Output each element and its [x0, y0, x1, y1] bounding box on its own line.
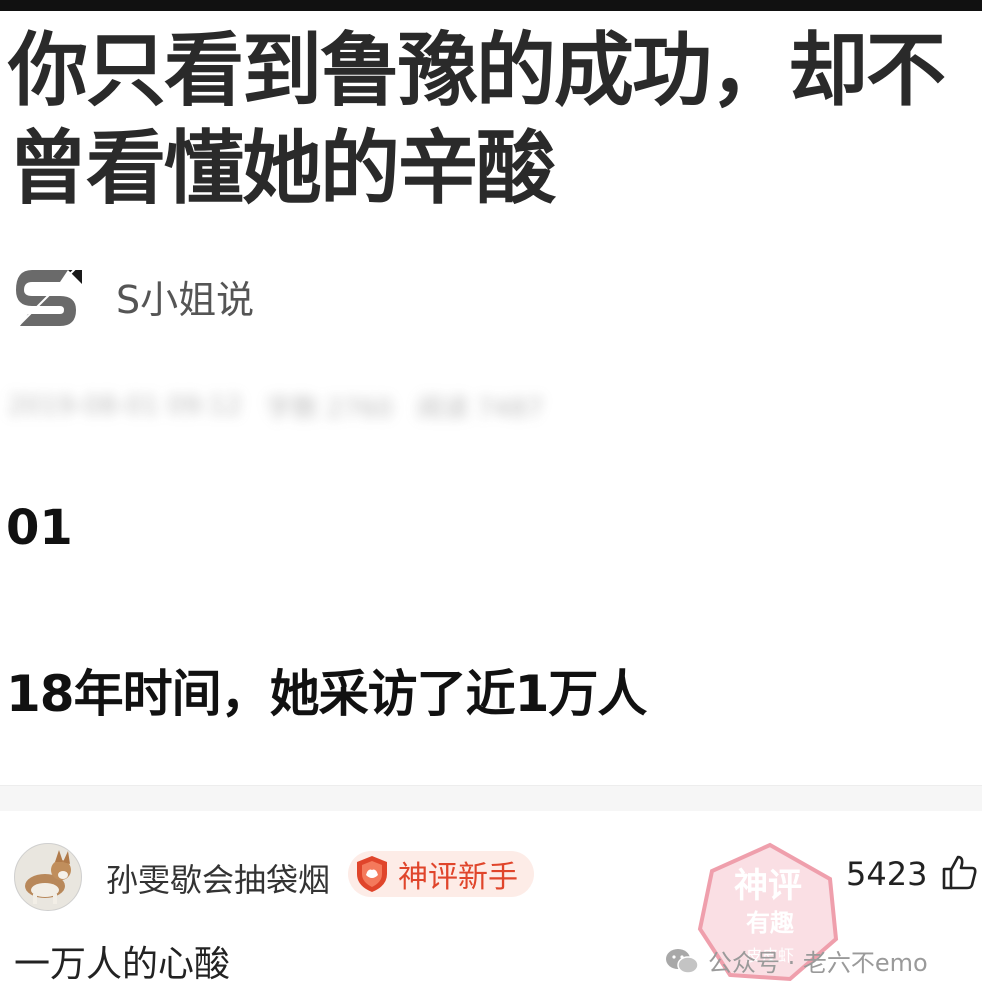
watermark: 公众号 · 老六不emo — [664, 943, 928, 978]
status-badge: 神评新手 — [348, 851, 534, 897]
meta-reads: 阅读 7487 — [416, 393, 544, 424]
badge-label: 神评新手 — [398, 860, 518, 895]
stamp-line2: 有趣 — [746, 909, 795, 937]
thumbs-up-icon[interactable] — [940, 853, 978, 891]
corgi-avatar-icon — [15, 844, 81, 910]
section-number: 01 — [6, 500, 73, 556]
comment-text: 一万人的心酸 — [14, 944, 231, 985]
stamp-line1: 神评 — [734, 866, 802, 906]
comment-card: 孙雯歇会抽袋烟 神评新手 神评 有趣 皮皮虾 5423 一万人的心酸 公众号 ·… — [0, 811, 982, 997]
watermark-text: 公众号 · 老六不emo — [708, 949, 928, 977]
wechat-icon — [666, 948, 699, 974]
shield-badge-icon — [357, 856, 387, 892]
article-meta: 2019-08-01 09:12 字数 2760 阅读 7487 — [8, 388, 708, 424]
comment-username[interactable]: 孙雯歇会抽袋烟 — [106, 855, 330, 901]
avatar[interactable] — [14, 843, 82, 911]
author-logo-icon — [12, 260, 84, 332]
lead-paragraph: 18年时间，她采访了近1万人 — [6, 665, 647, 723]
meta-date: 2019-08-01 09:12 — [8, 391, 243, 421]
status-bar — [0, 0, 982, 11]
article-title: 你只看到鲁豫的成功，却不曾看懂她的辛酸 — [8, 24, 946, 215]
divider — [0, 785, 982, 812]
like-count: 5423 — [846, 855, 928, 893]
author-row[interactable]: S小姐说 — [12, 258, 254, 334]
meta-words: 字数 2760 — [266, 393, 393, 424]
author-name: S小姐说 — [116, 277, 255, 322]
